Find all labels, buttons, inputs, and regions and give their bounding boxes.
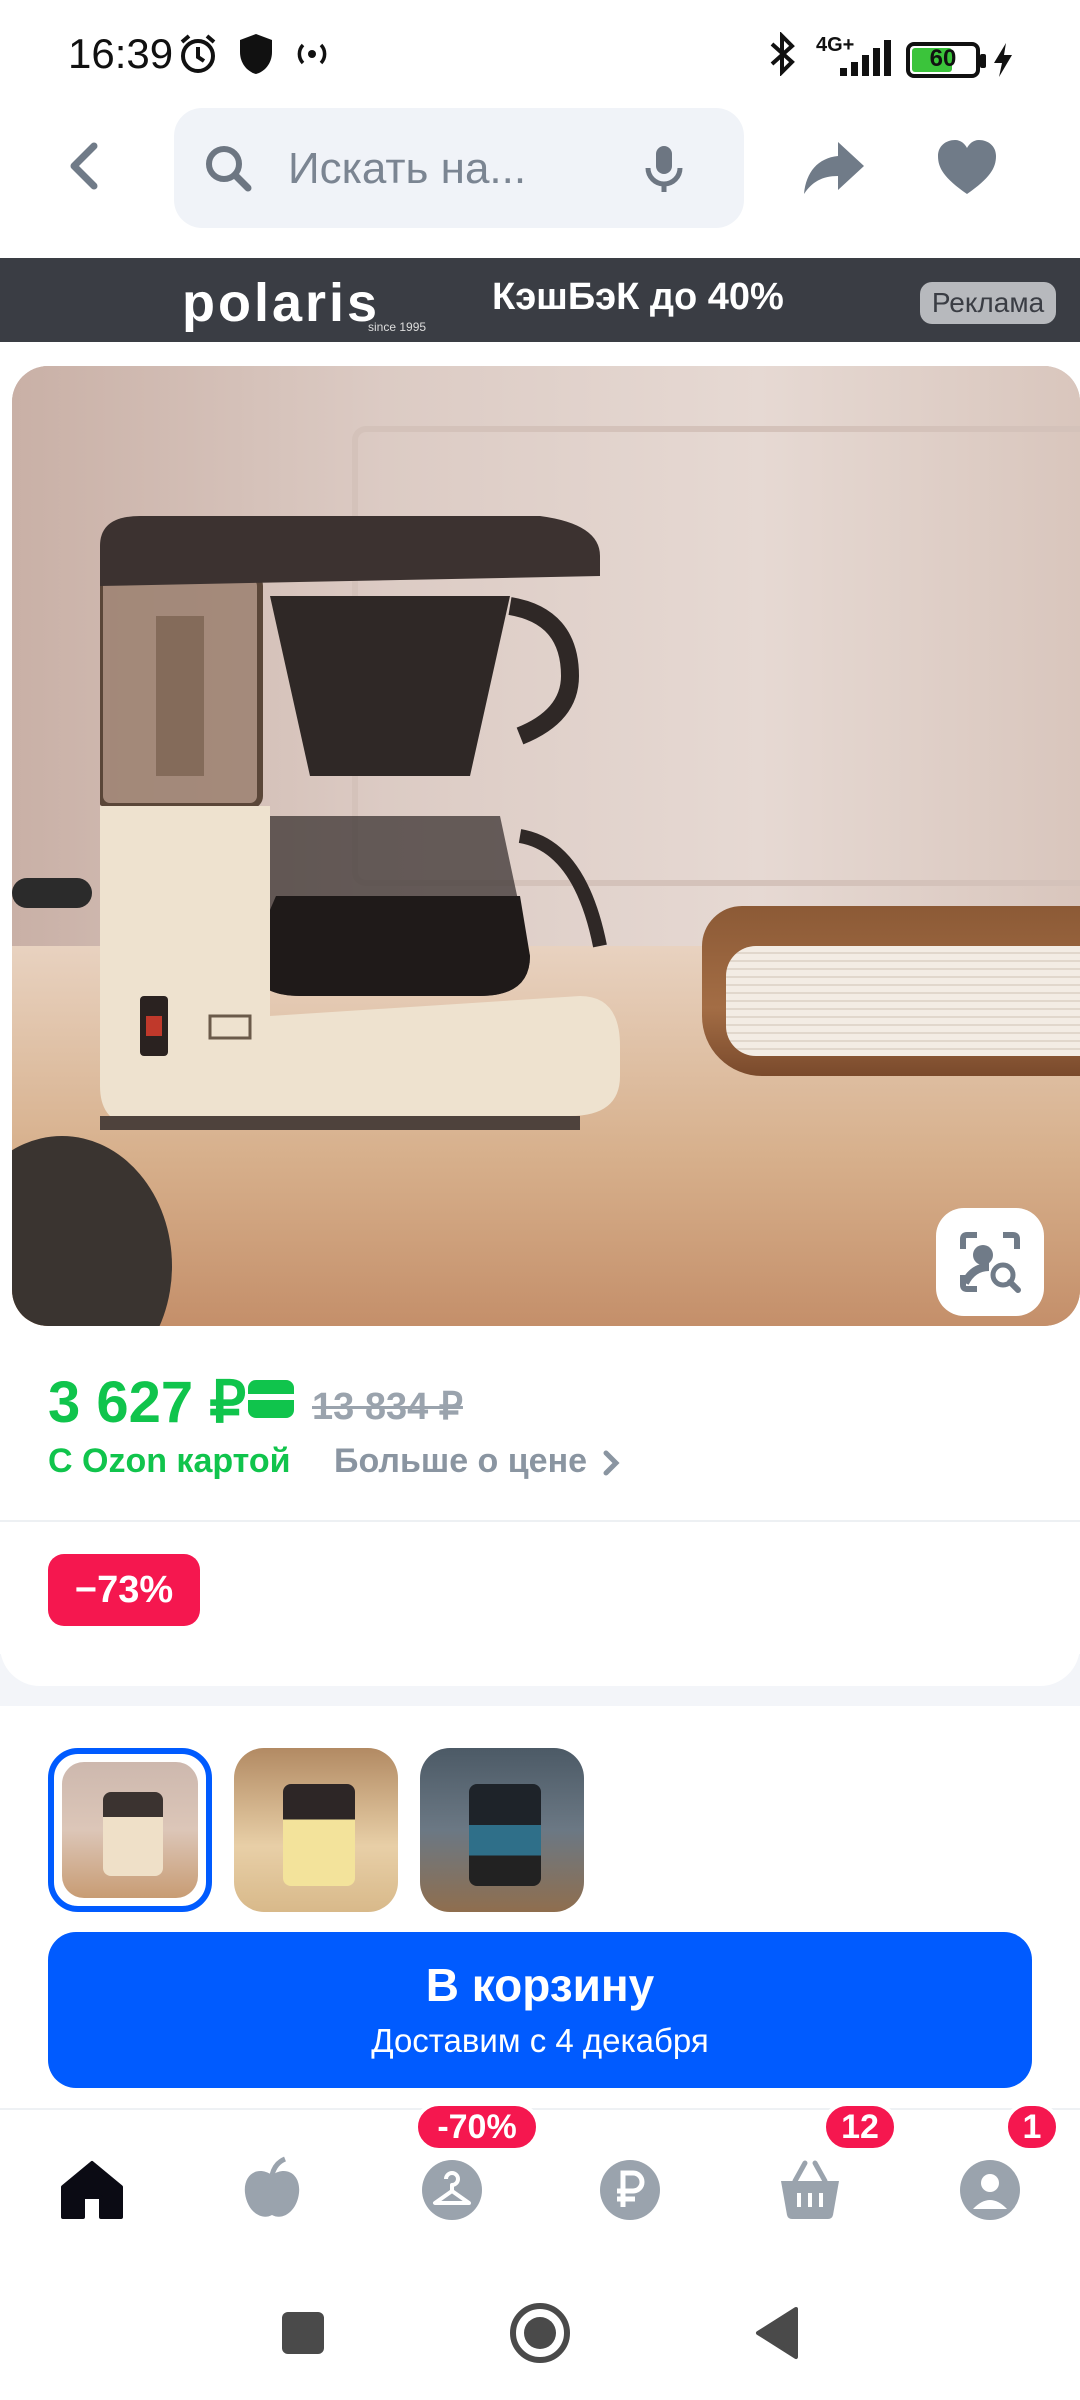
nav-fresh[interactable] xyxy=(232,2150,312,2230)
battery-level: 60 xyxy=(929,45,957,72)
book-illustration xyxy=(702,906,1080,1086)
back-button[interactable] xyxy=(54,134,118,198)
ozon-card-icon xyxy=(248,1380,294,1418)
old-price: 13 834 ₽ xyxy=(312,1386,463,1428)
search-bar[interactable]: Искать на... xyxy=(174,108,744,228)
discount-badge: −73% xyxy=(48,1554,200,1626)
status-time: 16:39 xyxy=(68,30,174,77)
profile-notification-badge: 1 xyxy=(1004,2102,1060,2152)
ozon-card-label: С Ozon картой xyxy=(48,1442,291,1480)
search-icon xyxy=(198,138,258,198)
nav-home[interactable] xyxy=(52,2150,132,2230)
ad-brand-since: since 1995 xyxy=(368,320,427,334)
product-photo[interactable] xyxy=(12,366,1080,1326)
back-arrow-icon xyxy=(70,142,98,190)
bottom-navigation: -70% 12 1 xyxy=(0,2102,1080,2258)
divider xyxy=(0,1520,1080,1522)
price-card-bottom xyxy=(0,1630,1080,1686)
favorite-button[interactable] xyxy=(934,136,1000,200)
cart-count-badge: 12 xyxy=(822,2102,898,2152)
visual-search-button[interactable] xyxy=(936,1208,1044,1316)
fresh-icon xyxy=(244,2156,300,2217)
nav-cart[interactable] xyxy=(770,2150,850,2230)
bluetooth-icon xyxy=(760,32,804,76)
nav-fashion[interactable] xyxy=(412,2150,492,2230)
charging-icon xyxy=(988,38,1018,82)
circle-icon xyxy=(510,2303,570,2363)
signal-icon xyxy=(836,36,896,80)
shield-icon xyxy=(234,32,278,76)
basket-icon xyxy=(781,2160,839,2219)
battery-indicator: 60 xyxy=(906,42,986,78)
hanger-icon xyxy=(422,2160,482,2220)
image-search-icon xyxy=(960,1232,1021,1293)
heart-icon xyxy=(938,140,996,194)
home-icon xyxy=(61,2161,123,2219)
recent-apps-button[interactable] xyxy=(268,2298,338,2368)
thumbnail-3[interactable] xyxy=(420,1748,584,1912)
share-icon xyxy=(804,142,864,194)
home-system-button[interactable] xyxy=(505,2298,575,2368)
thumbnail-2[interactable] xyxy=(234,1748,398,1912)
profile-icon xyxy=(960,2160,1020,2220)
ruble-icon xyxy=(600,2160,660,2220)
chevron-right-icon[interactable] xyxy=(598,1448,624,1478)
nav-finance[interactable] xyxy=(590,2150,670,2230)
search-placeholder: Искать на... xyxy=(288,144,527,193)
square-icon xyxy=(282,2312,324,2354)
back-system-button[interactable] xyxy=(742,2298,812,2368)
add-to-cart-button[interactable]: В корзину Доставим с 4 декабря xyxy=(48,1932,1032,2088)
fashion-sale-badge: -70% xyxy=(414,2102,540,2152)
delivery-date: Доставим с 4 декабря xyxy=(371,2022,709,2059)
more-about-price-link[interactable]: Больше о цене xyxy=(334,1442,587,1481)
thumbnail-1[interactable] xyxy=(48,1748,212,1912)
microphone-icon[interactable] xyxy=(634,138,694,198)
price: 3 627 ₽ xyxy=(48,1370,247,1435)
system-navigation xyxy=(0,2258,1080,2400)
add-to-cart-label: В корзину xyxy=(425,1959,655,2011)
share-button[interactable] xyxy=(800,136,870,200)
ad-brand-logo: polaris xyxy=(182,273,381,333)
status-bar: 16:39 4G+ 60 xyxy=(0,0,1080,110)
nav-profile[interactable] xyxy=(950,2150,1030,2230)
hotspot-icon xyxy=(290,32,334,76)
triangle-back-icon xyxy=(756,2307,798,2359)
coffee-maker-illustration xyxy=(100,516,620,1130)
alarm-icon xyxy=(176,32,220,76)
ad-label: Реклама xyxy=(920,282,1056,324)
ad-slogan: КэшБэК до 40% xyxy=(492,276,784,318)
ad-banner[interactable]: polaris since 1995 КэшБэК до 40% Реклама xyxy=(0,258,1080,342)
